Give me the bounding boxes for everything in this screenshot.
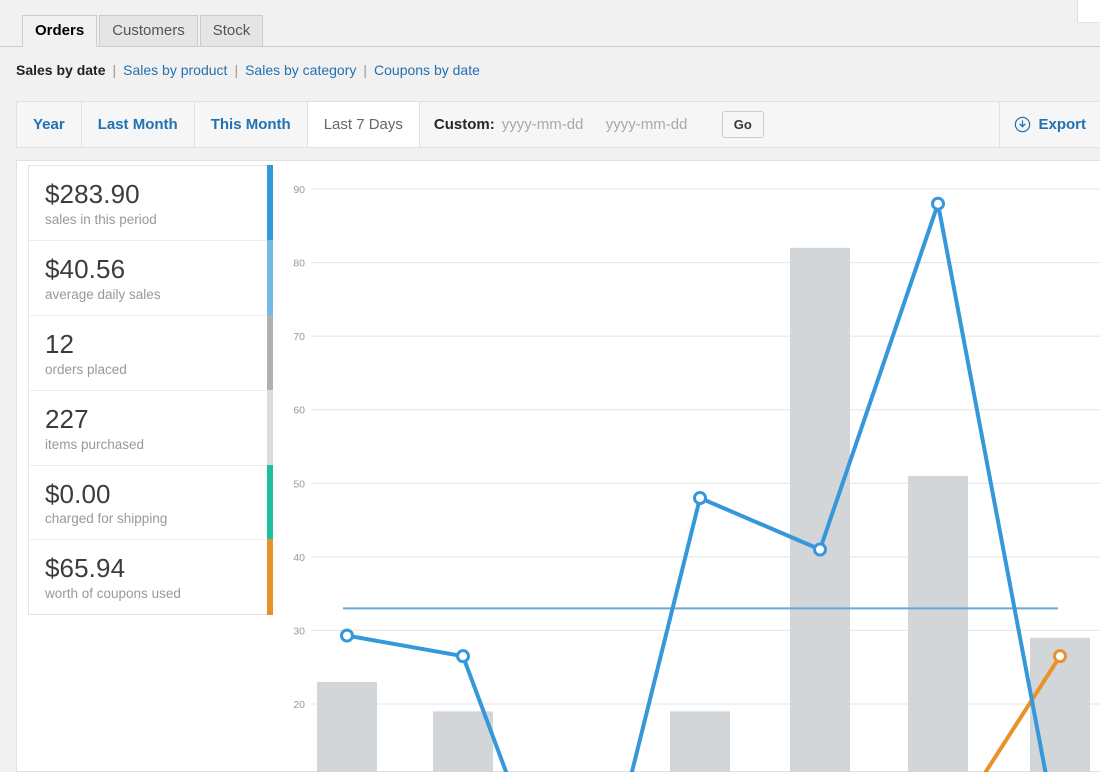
tab-orders[interactable]: Orders: [22, 15, 98, 47]
stat-color-bar: [267, 539, 273, 616]
stat-color-bar: [267, 464, 273, 541]
go-button[interactable]: Go: [721, 111, 764, 138]
subnav-link-coupons-by-date[interactable]: Coupons by date: [374, 62, 480, 78]
svg-text:40: 40: [293, 552, 305, 564]
stat-coupons-used[interactable]: $65.94 worth of coupons used: [29, 539, 273, 616]
chart-canvas: 20 30 40 50 60 70 80 90: [293, 184, 1100, 772]
chart-gridlines: [311, 188, 1100, 705]
svg-text:20: 20: [293, 699, 305, 711]
stat-value: $40.56: [45, 253, 126, 284]
tab-customers[interactable]: Customers: [99, 15, 198, 47]
stat-value: 227: [45, 403, 89, 434]
tab-stock[interactable]: Stock: [199, 15, 264, 47]
stat-color-bar: [267, 239, 273, 316]
date-range-filter-bar: Year Last Month This Month Last 7 Days C…: [16, 101, 1100, 148]
custom-range-label: Custom:: [433, 116, 495, 133]
report-subnav: Sales by date | Sales by product | Sales…: [16, 62, 480, 78]
export-csv-button[interactable]: Export: [999, 102, 1100, 147]
export-csv-label: Export: [1038, 116, 1086, 133]
stat-items-purchased[interactable]: 227 items purchased: [29, 389, 273, 466]
chart-bar-series: [317, 247, 1090, 772]
svg-text:90: 90: [293, 184, 305, 196]
tab-stock-label: Stock: [212, 22, 251, 39]
stat-sales-in-this-period[interactable]: $283.90 sales in this period: [29, 165, 273, 241]
stat-average-daily-sales[interactable]: $40.56 average daily sales: [29, 239, 273, 316]
stat-caption: charged for shipping: [45, 511, 168, 527]
subnav-link-sales-by-category[interactable]: Sales by category: [245, 62, 356, 78]
stat-orders-placed[interactable]: 12 orders placed: [29, 314, 273, 391]
stat-caption: items purchased: [45, 436, 145, 452]
svg-text:70: 70: [293, 331, 305, 343]
stat-color-bar: [267, 314, 273, 391]
range-tab-last-month[interactable]: Last Month: [81, 102, 195, 147]
stat-color-bar: [267, 165, 273, 241]
primary-tab-bar: Orders Customers Stock: [0, 0, 1100, 47]
subnav-separator-1: |: [112, 62, 117, 78]
stat-charged-for-shipping[interactable]: $0.00 charged for shipping: [29, 464, 273, 541]
stat-value: $65.94: [45, 553, 126, 584]
range-tab-year[interactable]: Year: [17, 102, 82, 147]
range-tab-last-7-days-label: Last 7 Days: [323, 116, 403, 133]
range-tab-last-7-days[interactable]: Last 7 Days: [307, 102, 420, 147]
tab-customers-label: Customers: [112, 22, 185, 39]
sales-chart[interactable]: 20 30 40 50 60 70 80 90: [283, 161, 1100, 772]
range-tab-year-label: Year: [33, 116, 65, 133]
svg-text:50: 50: [293, 478, 305, 490]
stat-color-bar: [267, 389, 273, 466]
stat-caption: average daily sales: [45, 286, 161, 302]
range-tab-last-month-label: Last Month: [97, 116, 178, 133]
stat-caption: worth of coupons used: [45, 586, 181, 602]
range-tab-this-month[interactable]: This Month: [194, 102, 308, 147]
stat-value: $0.00: [45, 478, 111, 509]
tab-orders-label: Orders: [35, 22, 85, 39]
report-stats-sidebar: $283.90 sales in this period $40.56 aver…: [28, 165, 273, 616]
custom-date-to-input[interactable]: [605, 114, 710, 135]
range-tab-this-month-label: This Month: [210, 116, 291, 133]
svg-text:60: 60: [293, 405, 305, 417]
stat-caption: sales in this period: [45, 211, 157, 227]
custom-date-from-input[interactable]: [501, 114, 606, 135]
download-circle-icon: [1014, 116, 1031, 133]
subnav-separator-2: |: [234, 62, 239, 78]
stat-value: 12: [45, 328, 75, 359]
svg-text:80: 80: [293, 258, 305, 270]
chart-y-axis-labels: 20 30 40 50 60 70 80 90: [293, 184, 305, 711]
stat-value: $283.90: [45, 179, 140, 209]
stat-caption: orders placed: [45, 361, 127, 377]
subnav-current: Sales by date: [16, 62, 106, 78]
svg-text:30: 30: [293, 625, 305, 637]
subnav-separator-3: |: [363, 62, 368, 78]
custom-range-group: Custom: Go: [420, 102, 1000, 147]
subnav-link-sales-by-product[interactable]: Sales by product: [123, 62, 227, 78]
